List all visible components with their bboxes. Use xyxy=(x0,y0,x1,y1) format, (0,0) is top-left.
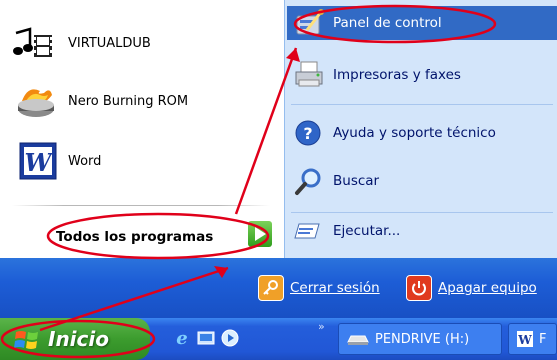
word-icon: W xyxy=(10,141,60,181)
media-player-icon[interactable] xyxy=(220,328,240,348)
item-label: Ayuda y soporte técnico xyxy=(333,125,496,141)
program-label: Nero Burning ROM xyxy=(68,93,189,109)
quicklaunch-chevron[interactable]: » xyxy=(318,320,325,333)
control-panel-icon xyxy=(293,8,325,38)
printers-item[interactable]: Impresoras y faxes xyxy=(293,58,553,92)
search-icon xyxy=(293,166,325,196)
run-item[interactable]: Ejecutar... xyxy=(293,214,553,248)
svg-text:e: e xyxy=(176,328,187,348)
all-programs-label: Todos los programas xyxy=(56,229,214,245)
show-desktop-icon[interactable] xyxy=(196,328,216,348)
divider xyxy=(12,205,270,206)
item-label: Impresoras y faxes xyxy=(333,67,461,83)
item-label: Ejecutar... xyxy=(333,223,401,239)
nero-icon xyxy=(10,81,60,121)
divider xyxy=(291,212,553,213)
svg-text:W: W xyxy=(517,333,532,347)
windows-logo-icon xyxy=(14,329,40,351)
taskbar-button-label: F xyxy=(539,331,547,347)
program-virtualdub[interactable]: VIRTUALDUB xyxy=(10,22,151,64)
drive-icon xyxy=(347,332,369,346)
run-icon xyxy=(293,216,325,246)
svg-text:?: ? xyxy=(303,124,312,143)
printer-icon xyxy=(293,60,325,90)
shutdown-button[interactable]: Apagar equipo xyxy=(406,274,537,302)
help-icon: ? xyxy=(293,118,325,148)
program-label: VIRTUALDUB xyxy=(68,35,151,51)
logoff-label: Cerrar sesión xyxy=(290,280,380,296)
start-label: Inicio xyxy=(48,327,109,351)
item-label: Panel de control xyxy=(333,15,442,31)
program-word[interactable]: W Word xyxy=(10,140,101,182)
taskbar-button-pendrive[interactable]: PENDRIVE (H:) xyxy=(338,323,502,355)
control-panel-item[interactable]: Panel de control xyxy=(287,6,557,40)
shutdown-label: Apagar equipo xyxy=(438,280,537,296)
all-programs-arrow-icon[interactable] xyxy=(248,221,272,247)
start-button[interactable]: Inicio xyxy=(0,318,150,360)
help-item[interactable]: ? Ayuda y soporte técnico xyxy=(293,116,553,150)
all-programs-button[interactable]: Todos los programas xyxy=(56,224,213,250)
key-icon xyxy=(258,275,284,301)
logoff-button[interactable]: Cerrar sesión xyxy=(258,274,380,302)
program-nero[interactable]: Nero Burning ROM xyxy=(10,80,188,122)
program-label: Word xyxy=(68,153,102,169)
divider xyxy=(291,104,553,105)
start-menu-left-pane: VIRTUALDUB Nero Burning ROM W Word Todos… xyxy=(0,0,284,258)
svg-text:W: W xyxy=(25,148,54,177)
taskbar-button-word[interactable]: W F xyxy=(508,323,557,355)
start-menu-right-pane: Panel de control Impresoras y faxes ? Ay… xyxy=(284,0,557,258)
item-label: Buscar xyxy=(333,173,380,189)
taskbar: Inicio e » PENDRIVE (H:) W F xyxy=(0,318,557,360)
word-doc-icon: W xyxy=(517,331,533,347)
start-menu-footer: Cerrar sesión Apagar equipo xyxy=(0,258,557,318)
power-icon xyxy=(406,275,432,301)
internet-explorer-icon[interactable]: e xyxy=(172,328,192,348)
taskbar-button-label: PENDRIVE (H:) xyxy=(375,331,470,347)
search-item[interactable]: Buscar xyxy=(293,164,553,198)
virtualdub-icon xyxy=(10,23,60,63)
